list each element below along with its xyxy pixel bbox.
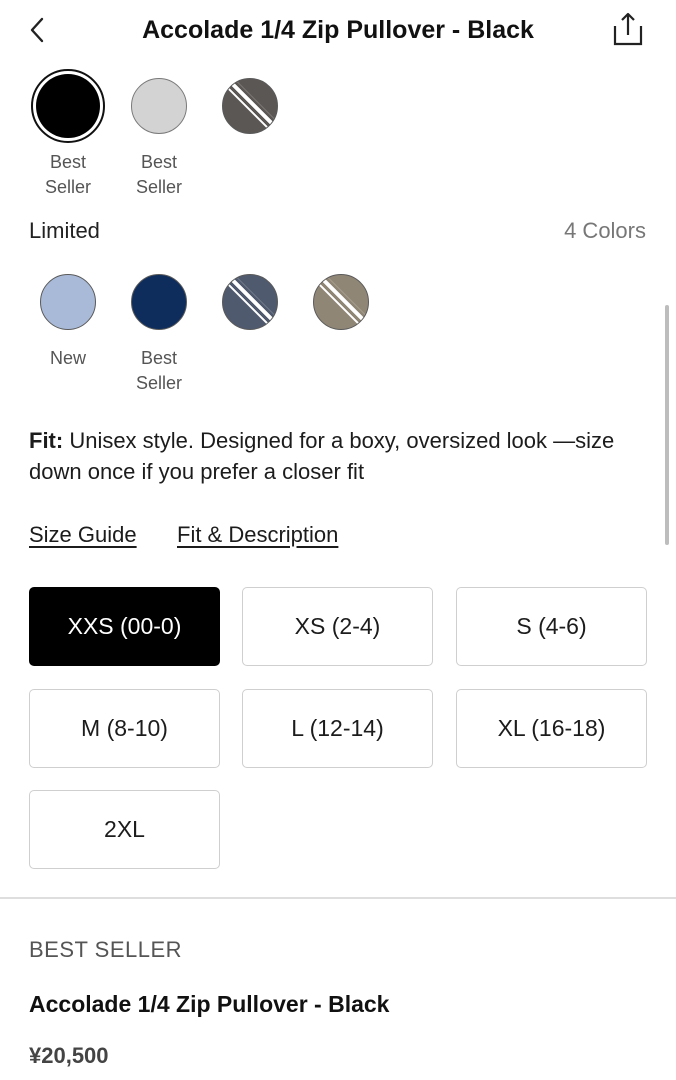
fit-label: Fit:: [29, 428, 64, 453]
fit-text: Unisex style. Designed for a boxy, overs…: [29, 428, 615, 484]
product-name: Accolade 1/4 Zip Pullover - Black: [29, 991, 390, 1017]
label-line: Best: [49, 152, 87, 172]
share-icon: [613, 12, 643, 46]
divider: [0, 897, 676, 899]
back-button[interactable]: [22, 14, 52, 46]
swatch-label: Best Seller: [18, 150, 118, 200]
color-light-grey: [131, 78, 187, 134]
label-line: Seller: [135, 177, 183, 197]
fit-description: Fit: Unisex style. Designed for a boxy, …: [29, 425, 639, 487]
color-light-blue: [40, 274, 96, 330]
label-line: Best: [140, 152, 178, 172]
label-line: Seller: [44, 177, 92, 197]
size-button-m[interactable]: M (8-10): [29, 689, 220, 768]
swatch-black[interactable]: [30, 68, 106, 144]
swatch-light-blue[interactable]: [40, 274, 96, 330]
limited-label: Limited: [29, 218, 100, 243]
size-button-xl[interactable]: XL (16-18): [456, 689, 647, 768]
share-button[interactable]: [606, 8, 650, 50]
page-title: Accolade 1/4 Zip Pullover - Black: [142, 16, 534, 44]
scrollbar[interactable]: [665, 305, 669, 545]
fit-description-link[interactable]: Fit & Description: [177, 522, 338, 548]
best-seller-badge: BEST SELLER: [29, 937, 183, 962]
size-button-2xl[interactable]: 2XL: [29, 790, 220, 869]
color-taupe-stripe: [313, 274, 369, 330]
color-navy: [131, 274, 187, 330]
size-guide-link[interactable]: Size Guide: [29, 522, 137, 548]
swatch-label: Best Seller: [109, 346, 209, 396]
swatch-taupe-stripe[interactable]: [313, 274, 369, 330]
color-slate-stripe: [222, 274, 278, 330]
swatch-slate-stripe[interactable]: [222, 274, 278, 330]
size-button-l[interactable]: L (12-14): [242, 689, 433, 768]
price: ¥20,500: [29, 1043, 109, 1068]
header: Accolade 1/4 Zip Pullover - Black: [0, 0, 676, 60]
label-line: New: [49, 348, 86, 368]
size-button-s[interactable]: S (4-6): [456, 587, 647, 666]
size-button-xs[interactable]: XS (2-4): [242, 587, 433, 666]
swatch-dark-grey-stripe[interactable]: [222, 78, 278, 134]
chevron-left-icon: [30, 17, 44, 43]
swatch-light-grey[interactable]: [131, 78, 187, 134]
color-black: [36, 74, 100, 138]
swatch-label: Best Seller: [109, 150, 209, 200]
label-line: Seller: [135, 373, 183, 393]
colors-count: 4 Colors: [564, 218, 646, 243]
selected-ring: [31, 69, 105, 143]
swatch-navy[interactable]: [131, 274, 187, 330]
label-line: Best: [140, 348, 178, 368]
color-dark-grey-stripe: [222, 78, 278, 134]
size-button-xxs[interactable]: XXS (00-0): [29, 587, 220, 666]
swatch-label: New: [18, 346, 118, 371]
